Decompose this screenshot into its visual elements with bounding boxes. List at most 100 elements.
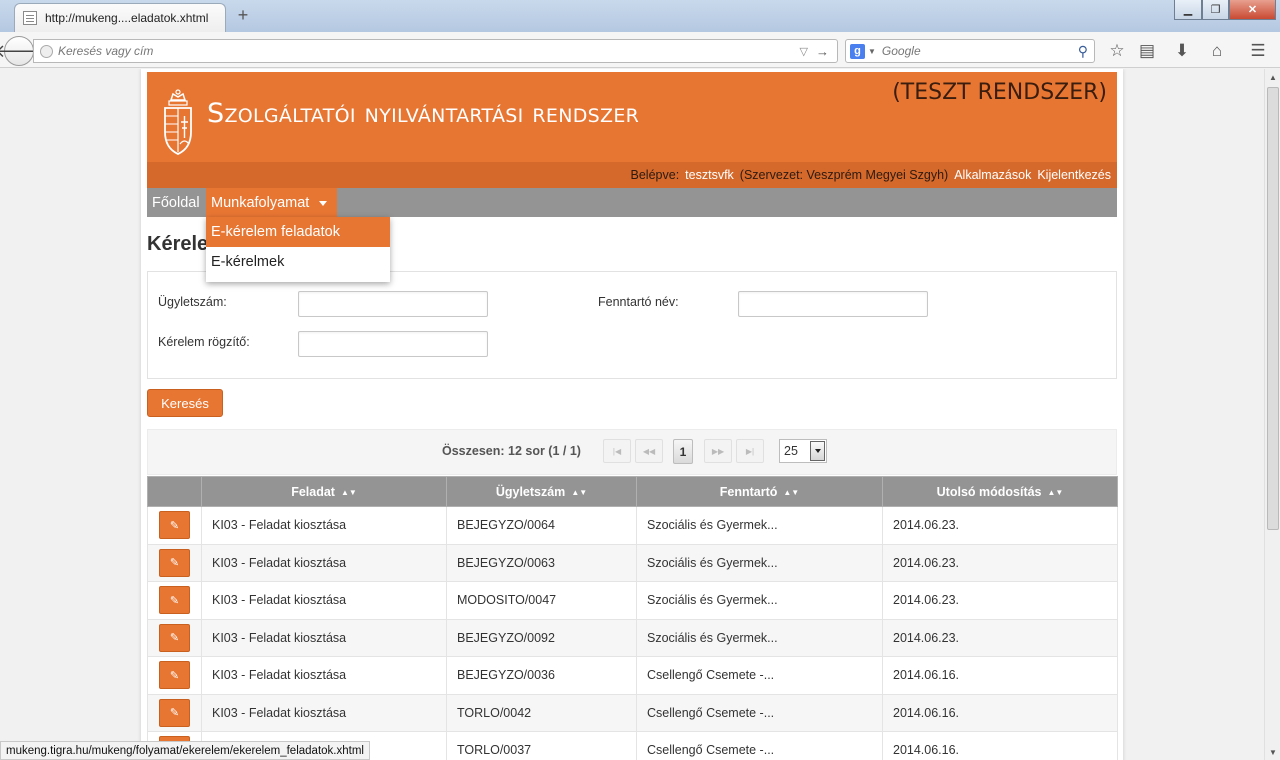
browser-navbar: 🡐 Keresés vagy cím ▽ → g ▼ Google ⚲ ☆ ▤ …: [0, 32, 1280, 68]
browser-tab[interactable]: http://mukeng....eladatok.xhtml: [14, 3, 226, 32]
search-placeholder: Google: [881, 44, 921, 58]
column-header-case-number-label: Ügyletszám: [495, 484, 566, 499]
case-number-input[interactable]: [298, 291, 488, 317]
maintainer-cell: Szociális és Gyermek...: [636, 506, 883, 545]
maintainer-cell: Csellengő Csemete -...: [636, 656, 883, 695]
case-number-cell: TORLO/0042: [446, 693, 637, 732]
page-icon: [23, 11, 37, 25]
bookmark-star-icon[interactable]: ☆: [1107, 41, 1127, 61]
maintainer-name-input[interactable]: [738, 291, 928, 317]
google-icon[interactable]: g: [850, 43, 865, 59]
new-tab-icon[interactable]: +: [234, 6, 252, 24]
table-header-row: Feladat ▲▼ Ügyletszám ▲▼ Fenntartó ▲▼ Utols…: [147, 476, 1118, 507]
action-cell: ✎: [147, 581, 202, 620]
vertical-scrollbar[interactable]: ▲ ▼: [1264, 69, 1280, 760]
reading-list-icon[interactable]: ▤: [1137, 41, 1157, 61]
select-arrow-icon[interactable]: [810, 441, 825, 461]
globe-icon: [40, 44, 53, 58]
table-row: ✎ KI03 - Feladat kiosztása BEJEGYZO/0036…: [147, 656, 1118, 695]
request-recorder-label: Kérelem rögzítő:: [158, 335, 250, 349]
maintainer-name-label: Fenntartó név:: [598, 295, 679, 309]
sort-icon: ▲▼: [783, 487, 800, 497]
dropdown-item-ekerelmek[interactable]: E-kérelmek: [206, 247, 390, 277]
last-modified-cell: 2014.06.16.: [882, 693, 1118, 732]
menu-item-workflow[interactable]: Munkafolyamat: [206, 188, 337, 217]
user-bar: Belépve: tesztsvfk (Szervezet: Veszprém …: [147, 162, 1117, 188]
dropdown-arrow-icon[interactable]: ▽: [800, 45, 808, 58]
action-cell: ✎: [147, 693, 202, 732]
page-container: Szolgáltatói nyilvántartási rendszer (TE…: [141, 69, 1123, 760]
menu-item-home[interactable]: Főoldal: [147, 188, 205, 217]
applications-link[interactable]: Alkalmazások: [954, 168, 1031, 182]
minimize-icon[interactable]: ▁: [1174, 0, 1202, 20]
coat-of-arms-icon: [164, 89, 192, 155]
window-controls: ▁ ❐ ✕: [1174, 0, 1276, 20]
row-count-summary: Összesen: 12 sor (1 / 1): [442, 444, 581, 458]
back-arrow-icon[interactable]: 🡐: [0, 36, 43, 66]
search-panel: Ügyletszám: Fenntartó név: Kérelem rögzí…: [147, 271, 1117, 379]
table-row: ✎ KI03 - Feladat kiosztása BEJEGYZO/0064…: [147, 506, 1118, 545]
close-icon[interactable]: ✕: [1229, 0, 1276, 20]
next-page-icon[interactable]: ▶▶: [704, 439, 732, 463]
page-viewport: Szolgáltatói nyilvántartási rendszer (TE…: [0, 69, 1264, 760]
edit-icon[interactable]: ✎: [159, 661, 190, 690]
column-header-task-label: Feladat: [291, 484, 335, 499]
caret-down-icon: [319, 201, 328, 206]
edit-icon[interactable]: ✎: [159, 698, 190, 727]
sort-icon: ▲▼: [340, 487, 357, 497]
scrollbar-thumb[interactable]: [1267, 87, 1279, 530]
prev-page-icon[interactable]: ◀◀: [635, 439, 663, 463]
column-header-last-modified[interactable]: Utolsó módosítás ▲▼: [882, 476, 1118, 507]
page-number-button[interactable]: 1: [673, 439, 693, 464]
username: tesztsvfk: [685, 168, 734, 182]
last-modified-cell: 2014.06.16.: [882, 731, 1118, 760]
go-arrow-icon[interactable]: →: [816, 44, 829, 59]
rows-per-page-select[interactable]: 25: [779, 439, 827, 463]
download-icon[interactable]: ⬇: [1172, 41, 1192, 61]
engine-dropdown-icon[interactable]: ▼: [868, 47, 876, 56]
edit-icon[interactable]: ✎: [159, 511, 190, 540]
results-table: Feladat ▲▼ Ügyletszám ▲▼ Fenntartó ▲▼ Utols…: [147, 476, 1118, 760]
column-header-last-modified-label: Utolsó módosítás: [936, 484, 1042, 499]
edit-icon[interactable]: ✎: [159, 623, 190, 652]
edit-icon[interactable]: ✎: [159, 586, 190, 615]
sort-icon: ▲▼: [1047, 487, 1064, 497]
action-cell: ✎: [147, 543, 202, 582]
scroll-up-icon[interactable]: ▲: [1265, 69, 1280, 85]
paginator: Összesen: 12 sor (1 / 1) |◀ ◀◀ 1 ▶▶ ▶| 2…: [147, 429, 1117, 475]
browser-tabstrip: http://mukeng....eladatok.xhtml + ▁ ❐ ✕: [0, 0, 1280, 32]
test-system-label: (TESZT RENDSZER): [892, 80, 1107, 105]
dropdown-item-ekerelem-tasks[interactable]: E-kérelem feladatok: [206, 217, 390, 247]
edit-icon[interactable]: ✎: [159, 548, 190, 577]
maintainer-cell: Szociális és Gyermek...: [636, 543, 883, 582]
menu-icon[interactable]: ☰: [1248, 41, 1268, 61]
column-header-case-number[interactable]: Ügyletszám ▲▼: [446, 476, 637, 507]
column-header-task[interactable]: Feladat ▲▼: [201, 476, 447, 507]
workflow-dropdown: E-kérelem feladatok E-kérelmek: [206, 217, 390, 282]
task-cell: KI03 - Feladat kiosztása: [201, 618, 447, 657]
scroll-down-icon[interactable]: ▼: [1265, 744, 1280, 760]
address-placeholder: Keresés vagy cím: [58, 44, 154, 58]
last-modified-cell: 2014.06.23.: [882, 543, 1118, 582]
action-cell: ✎: [147, 656, 202, 695]
action-cell: ✎: [147, 618, 202, 657]
task-cell: KI03 - Feladat kiosztása: [201, 693, 447, 732]
search-bar[interactable]: g ▼ Google ⚲: [845, 39, 1095, 63]
last-page-icon[interactable]: ▶|: [736, 439, 764, 463]
sort-icon: ▲▼: [571, 487, 588, 497]
task-cell: KI03 - Feladat kiosztása: [201, 543, 447, 582]
last-modified-cell: 2014.06.23.: [882, 506, 1118, 545]
column-header-maintainer[interactable]: Fenntartó ▲▼: [636, 476, 883, 507]
restore-icon[interactable]: ❐: [1202, 0, 1229, 20]
organization-label: (Szervezet: Veszprém Megyei Szgyh): [739, 168, 949, 182]
home-icon[interactable]: ⌂: [1207, 41, 1227, 61]
address-bar[interactable]: Keresés vagy cím ▽ →: [33, 39, 838, 63]
logout-link[interactable]: Kijelentkezés: [1037, 168, 1111, 182]
last-modified-cell: 2014.06.16.: [882, 656, 1118, 695]
table-row: ✎ KI03 - Feladat kiosztása MODOSITO/0047…: [147, 581, 1118, 620]
search-icon[interactable]: ⚲: [1078, 43, 1088, 60]
first-page-icon[interactable]: |◀: [603, 439, 631, 463]
search-button[interactable]: Keresés: [147, 389, 223, 417]
request-recorder-input[interactable]: [298, 331, 488, 357]
task-cell: KI03 - Feladat kiosztása: [201, 581, 447, 620]
